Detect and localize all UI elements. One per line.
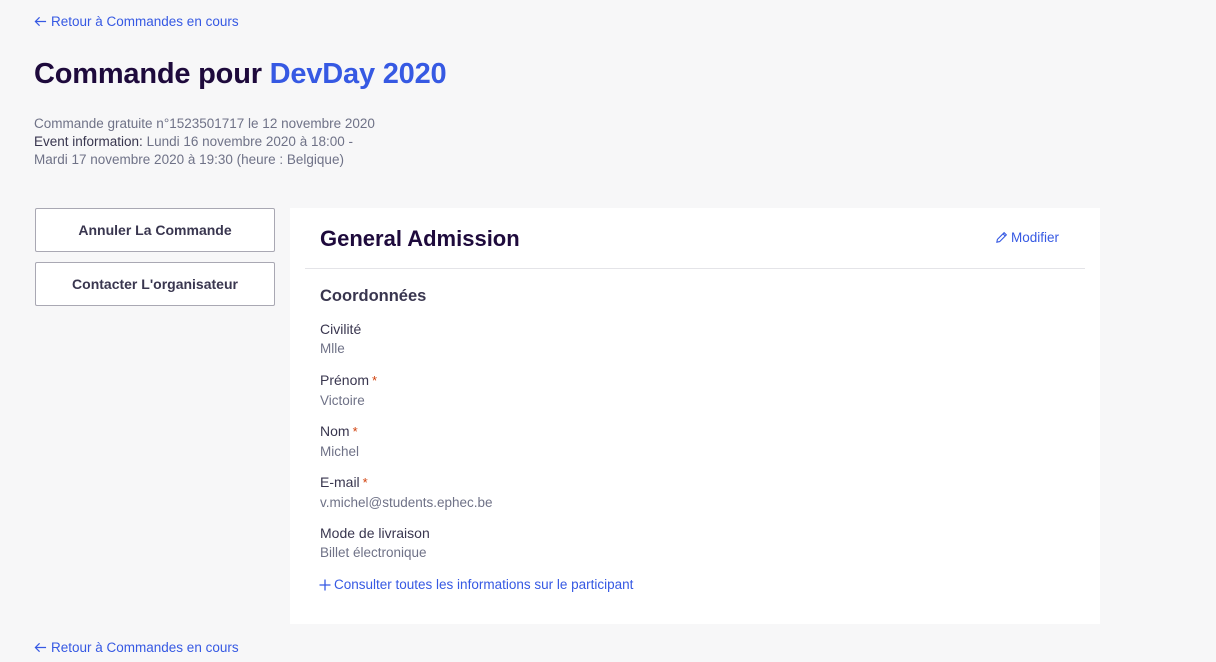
required-marker: * [372,373,378,388]
field-label-text: Nom [320,423,350,439]
event-info-label: Event information: [34,134,143,149]
page-title: Commande pour DevDay 2020 [34,58,447,91]
order-details-page: Retour à Commandes en cours Commande pou… [0,0,1216,662]
back-to-orders-link-bottom[interactable]: Retour à Commandes en cours [34,640,239,655]
event-info-line: Event information: Lundi 16 novembre 202… [34,133,375,151]
field-value: v.michel@students.ephec.be [320,495,493,510]
field-first-name: Prénom * Victoire [320,371,377,411]
field-email: E-mail * v.michel@students.ephec.be [320,473,493,513]
contact-organizer-button[interactable]: Contacter L'organisateur [35,262,275,306]
field-value: Mlle [320,341,345,356]
required-marker: * [362,475,368,490]
page-title-prefix: Commande pour [34,58,262,90]
order-number-line: Commande gratuite n°1523501717 le 12 nov… [34,116,375,131]
arrow-left-icon [34,16,47,27]
edit-link[interactable]: Modifier [995,230,1059,245]
field-label: Prénom * [320,371,377,390]
ticket-card: General Admission Modifier Coordonnées C… [290,208,1100,624]
back-to-orders-link-top[interactable]: Retour à Commandes en cours [34,14,239,29]
arrow-left-icon [34,642,47,653]
cancel-order-button[interactable]: Annuler La Commande [35,208,275,252]
order-meta: Commande gratuite n°1523501717 le 12 nov… [34,115,375,169]
pencil-icon [996,231,1008,243]
field-label-text: Prénom [320,372,370,388]
field-value: Michel [320,444,360,459]
event-name: DevDay 2020 [269,58,447,90]
view-attendee-info-link[interactable]: Consulter toutes les informations sur le… [319,577,633,592]
edit-link-label: Modifier [1010,230,1059,245]
back-link-label: Retour à Commandes en cours [51,14,239,29]
plus-icon [319,579,331,590]
ticket-card-header: General Admission Modifier [305,208,1085,269]
event-info-dates: Lundi 16 novembre 2020 à 18:00 - [146,134,353,149]
contact-section-title: Coordonnées [320,287,427,305]
ticket-title: General Admission [320,226,520,251]
field-label: Nom * [320,422,359,441]
field-delivery-method: Mode de livraison Billet électronique [320,524,430,563]
field-label: Mode de livraison [320,525,430,541]
required-marker: * [352,424,358,439]
field-label-text: E-mail [320,474,360,490]
field-civility: Civilité Mlle [320,320,361,359]
field-last-name: Nom * Michel [320,422,359,462]
view-attendee-info-label: Consulter toutes les informations sur le… [334,577,634,592]
back-link-label: Retour à Commandes en cours [51,640,239,655]
field-value: Billet électronique [320,545,427,560]
event-info-dates-end: Mardi 17 novembre 2020 à 19:30 (heure : … [34,152,344,167]
field-label: E-mail * [320,473,493,492]
field-value: Victoire [320,393,365,408]
field-label: Civilité [320,321,362,337]
